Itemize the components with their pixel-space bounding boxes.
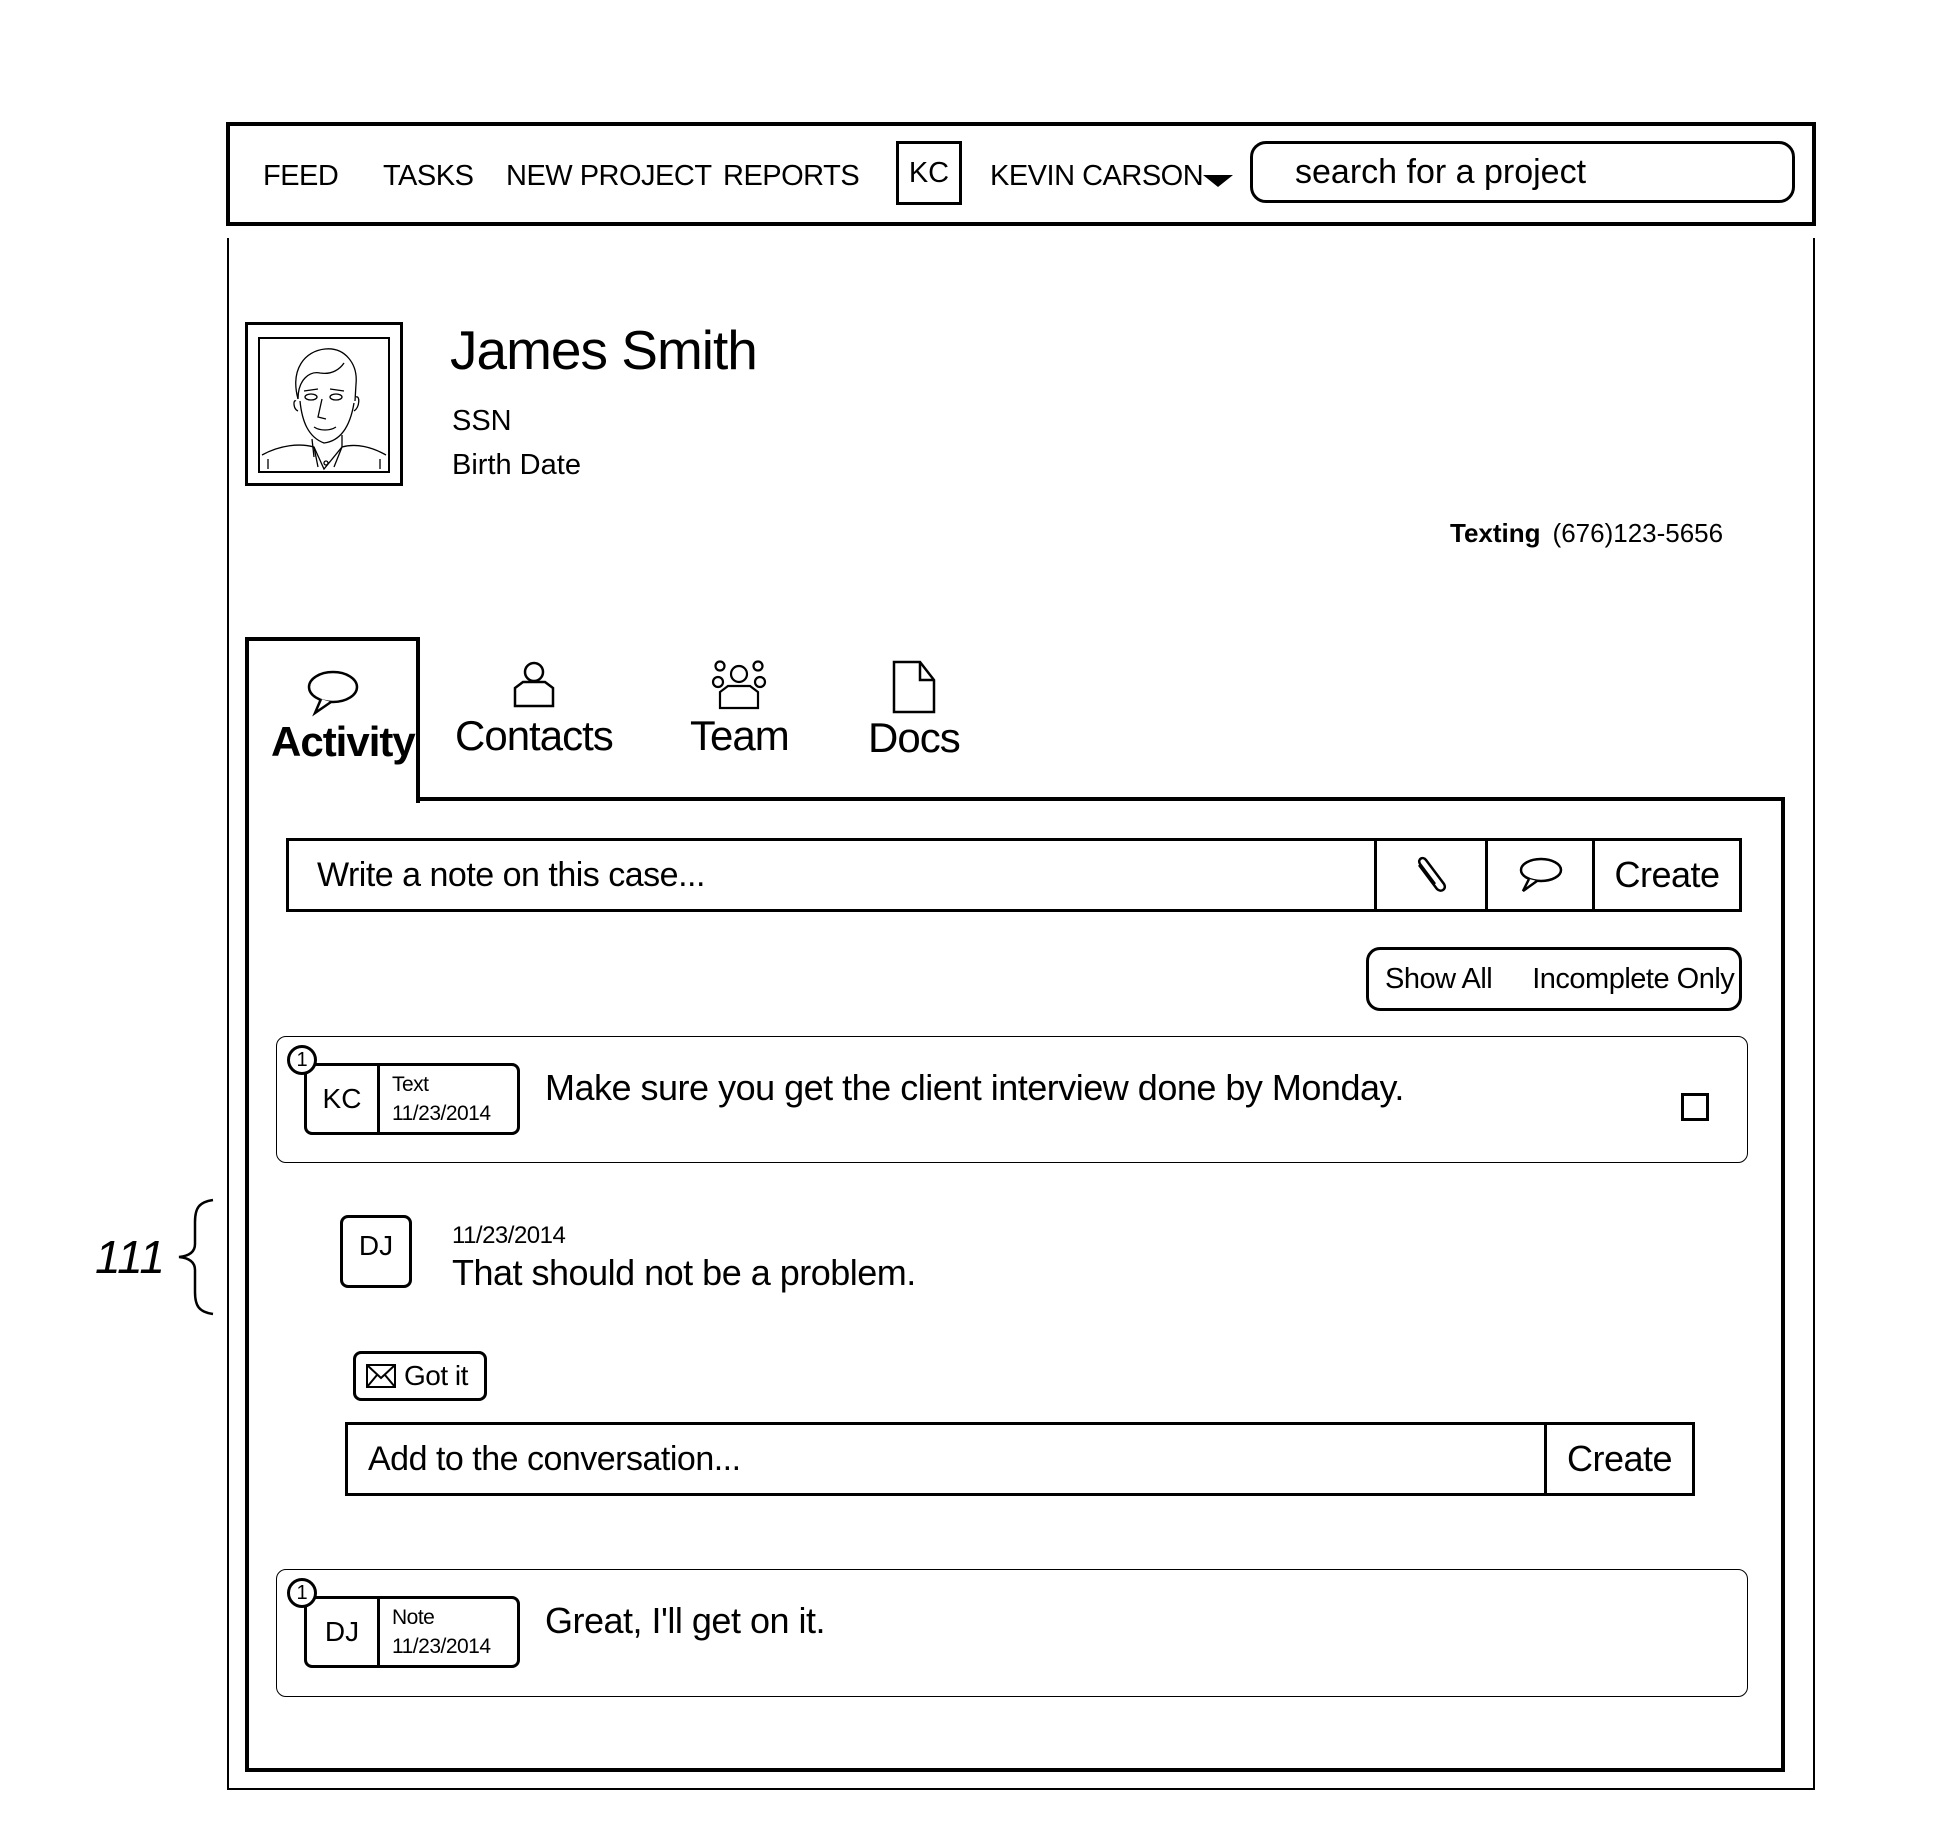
speech-bubble-icon xyxy=(307,670,359,717)
client-name: James Smith xyxy=(450,319,758,381)
tab-docs-label: Docs xyxy=(868,714,961,761)
reply-count-badge: 1 xyxy=(287,1045,317,1075)
activity-date: 11/23/2014 xyxy=(392,1102,491,1125)
activity-message: Great, I'll get on it. xyxy=(545,1600,826,1641)
tab-activity-label: Activity xyxy=(271,718,416,765)
person-portrait-icon xyxy=(258,337,390,473)
got-it-label: Got it xyxy=(404,1360,468,1391)
top-navigation-bar: FEED TASKS NEW PROJECT REPORTS KC KEVIN … xyxy=(226,122,1816,226)
profile-photo xyxy=(245,322,403,486)
reply-message: That should not be a problem. xyxy=(452,1252,916,1293)
activity-badge: KC Text 11/23/2014 xyxy=(304,1063,520,1135)
birth-date-label: Birth Date xyxy=(452,449,581,481)
tab-team[interactable]: Team xyxy=(690,660,790,760)
tab-activity[interactable]: Activity xyxy=(245,637,420,803)
note-input[interactable] xyxy=(289,841,1374,909)
got-it-button[interactable]: Got it xyxy=(353,1351,487,1401)
activity-message: Make sure you get the client interview d… xyxy=(545,1067,1404,1108)
conversation-composer: Create xyxy=(345,1422,1695,1496)
attach-button[interactable] xyxy=(1374,841,1485,909)
activity-type: Note xyxy=(392,1606,435,1629)
conversation-input[interactable] xyxy=(348,1425,1544,1493)
activity-badge: DJ Note 11/23/2014 xyxy=(304,1596,520,1668)
nav-new-project[interactable]: NEW PROJECT xyxy=(506,160,712,193)
nav-reports[interactable]: REPORTS xyxy=(723,160,860,193)
nav-feed[interactable]: FEED xyxy=(263,160,339,193)
person-icon xyxy=(513,661,555,708)
brace-icon xyxy=(178,1198,214,1316)
activity-date: 11/23/2014 xyxy=(392,1635,491,1658)
speech-bubble-icon xyxy=(1519,857,1563,893)
project-search-input[interactable] xyxy=(1250,141,1795,203)
reply-date: 11/23/2014 xyxy=(452,1222,566,1249)
activity-filter: Show All Incomplete Only xyxy=(1366,947,1742,1011)
tab-contacts[interactable]: Contacts xyxy=(455,660,614,760)
note-composer: Create xyxy=(286,838,1742,912)
envelope-icon xyxy=(366,1364,396,1388)
complete-checkbox[interactable] xyxy=(1681,1093,1709,1121)
group-icon xyxy=(712,660,767,710)
author-initials: KC xyxy=(307,1066,380,1132)
activity-item: KC Text 11/23/2014 1 Make sure you get t… xyxy=(276,1036,1748,1163)
reply-author-initials: DJ xyxy=(340,1215,412,1288)
filter-incomplete-only[interactable]: Incomplete Only xyxy=(1532,963,1735,996)
create-reply-button[interactable]: Create xyxy=(1544,1425,1692,1493)
reply-count-badge: 1 xyxy=(287,1578,317,1608)
contact-method: Texting xyxy=(1450,518,1541,548)
caret-down-icon[interactable] xyxy=(1203,175,1233,187)
tab-docs[interactable]: Docs xyxy=(868,660,961,762)
document-icon xyxy=(892,660,936,714)
tab-contacts-label: Contacts xyxy=(455,712,614,759)
ssn-label: SSN xyxy=(452,405,512,437)
activity-type: Text xyxy=(392,1073,429,1096)
author-initials: DJ xyxy=(307,1599,380,1665)
create-note-button[interactable]: Create xyxy=(1592,841,1739,909)
paperclip-icon xyxy=(1418,856,1446,892)
activity-item: DJ Note 11/23/2014 1 Great, I'll get on … xyxy=(276,1569,1748,1697)
comment-type-button[interactable] xyxy=(1485,841,1592,909)
filter-show-all[interactable]: Show All xyxy=(1385,963,1493,996)
contact-info: Texting (676)123-5656 xyxy=(1450,518,1723,549)
phone-number[interactable]: (676)123-5656 xyxy=(1553,518,1724,548)
user-avatar[interactable]: KC xyxy=(896,141,962,205)
reference-numeral: 111 xyxy=(95,1231,165,1283)
user-menu-name[interactable]: KEVIN CARSON xyxy=(990,160,1204,193)
tab-team-label: Team xyxy=(690,712,790,759)
nav-tasks[interactable]: TASKS xyxy=(383,160,474,193)
